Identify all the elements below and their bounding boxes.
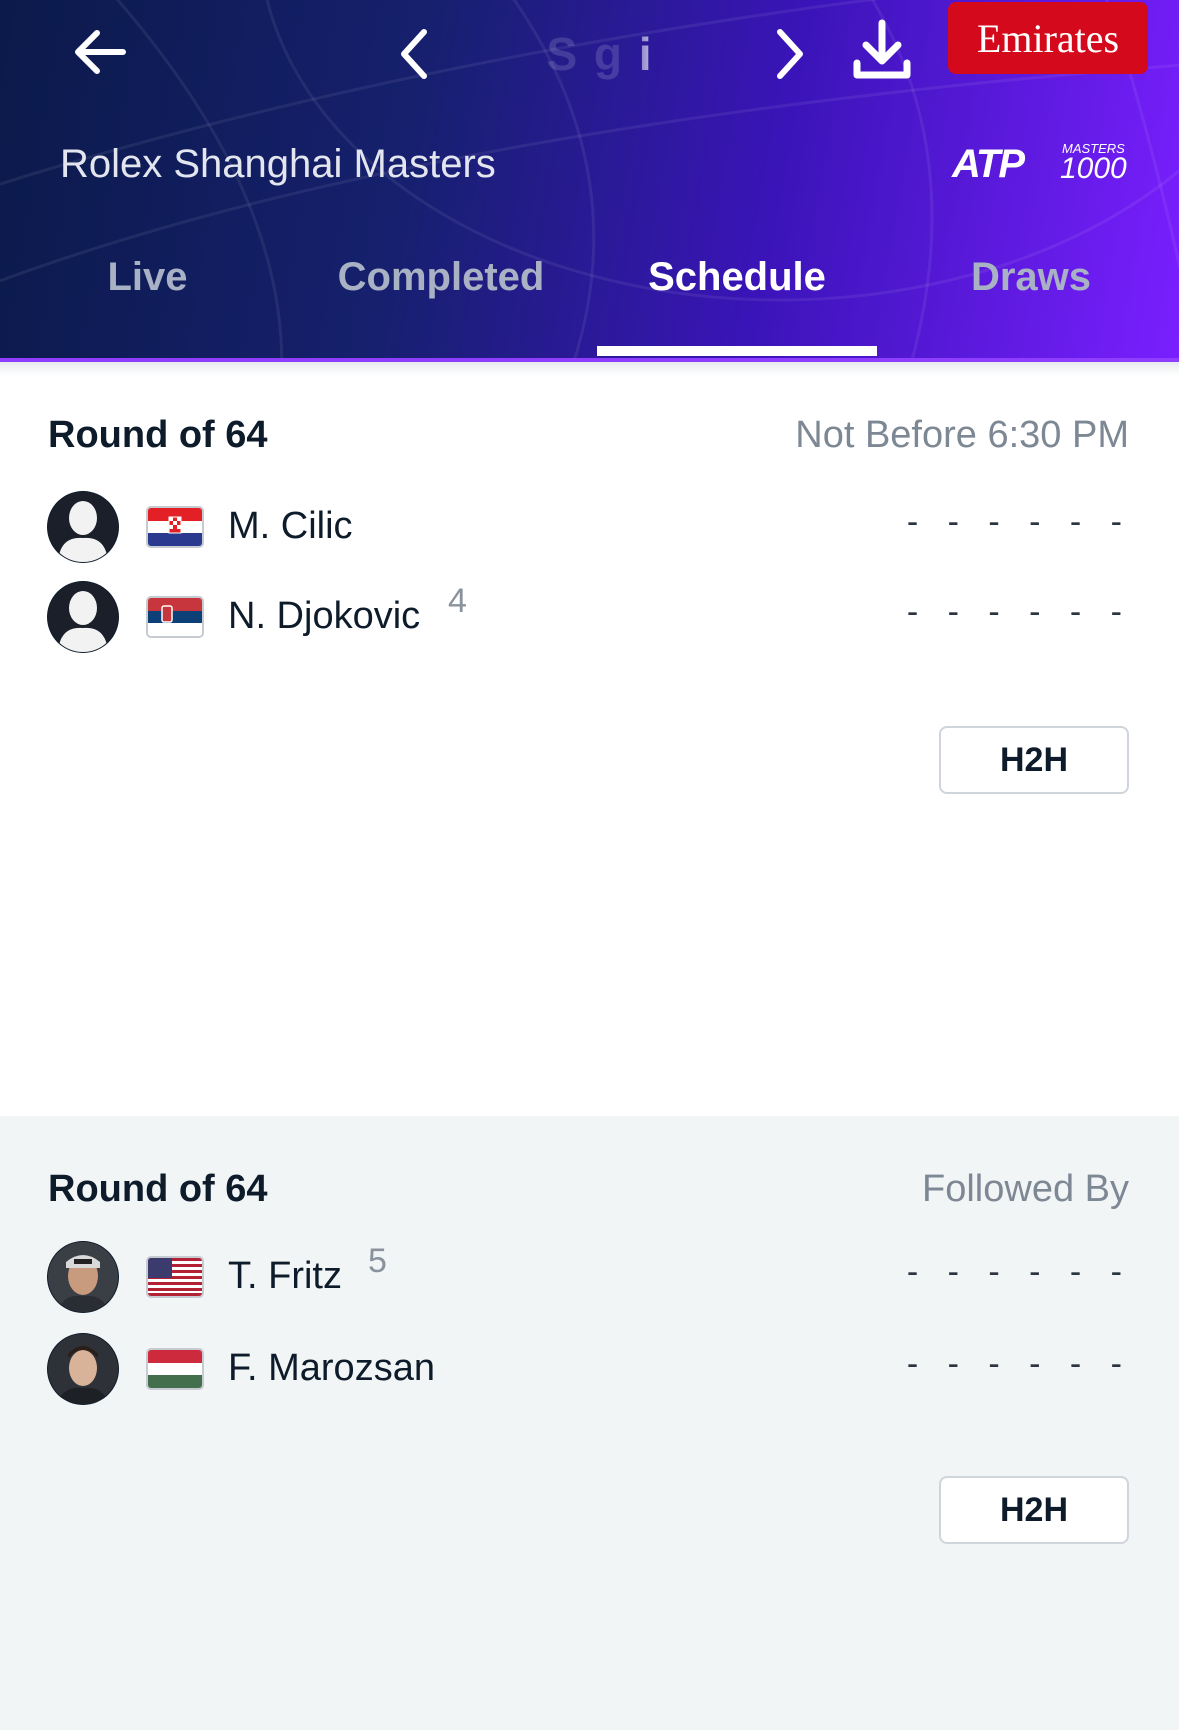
tab-bar: Live Completed Schedule Draws <box>0 234 1179 362</box>
flag-croatia <box>146 506 204 548</box>
download-icon <box>853 19 911 79</box>
player-score: - - - - - - <box>906 1253 1132 1291</box>
tab-completed[interactable]: Completed <box>300 234 582 354</box>
atp-logo-number: 1000 <box>1060 152 1127 185</box>
player-row[interactable]: T. Fritz 5 - - - - - - <box>48 1242 1132 1314</box>
match-time: Followed By <box>922 1168 1129 1210</box>
player-name: T. Fritz <box>228 1255 342 1297</box>
match-card[interactable]: Round of 64 Not Before 6:30 PM M. Cilic … <box>0 362 1179 1116</box>
app-header: S g i Emirates Rolex Shanghai Masters AT… <box>0 0 1179 362</box>
h2h-button[interactable]: H2H <box>939 1476 1129 1544</box>
round-label: Round of 64 <box>48 1168 268 1210</box>
player-seed: 4 <box>448 582 467 620</box>
tournament-title: Rolex Shanghai Masters <box>60 142 496 186</box>
player-silhouette-icon <box>48 492 118 562</box>
h2h-button[interactable]: H2H <box>939 726 1129 794</box>
schedule-date-title: S g i <box>546 28 654 80</box>
player-photo-icon <box>48 1334 118 1404</box>
previous-day-button[interactable] <box>388 20 440 88</box>
flag-united-states <box>146 1256 204 1298</box>
player-avatar <box>48 1242 118 1312</box>
player-name: F. Marozsan <box>228 1347 435 1389</box>
match-time: Not Before 6:30 PM <box>795 414 1129 456</box>
atp-masters-1000-logo: ATP MASTERS 1000 <box>952 142 1130 187</box>
player-score: - - - - - - <box>906 593 1132 631</box>
player-name: M. Cilic <box>228 505 353 547</box>
download-button[interactable] <box>846 14 918 86</box>
match-card[interactable]: Round of 64 Followed By T. Fritz 5 - - -… <box>0 1116 1179 1730</box>
player-avatar <box>48 492 118 562</box>
tab-draws[interactable]: Draws <box>920 234 1142 354</box>
player-avatar <box>48 1334 118 1404</box>
player-seed: 5 <box>368 1242 387 1280</box>
header-shadow <box>0 362 1179 376</box>
next-day-button[interactable] <box>764 20 816 88</box>
player-row[interactable]: F. Marozsan - - - - - - <box>48 1334 1132 1406</box>
flag-serbia <box>146 596 204 638</box>
back-button[interactable] <box>60 20 140 84</box>
player-avatar <box>48 582 118 652</box>
chevron-right-icon <box>777 29 803 79</box>
round-label: Round of 64 <box>48 414 268 456</box>
player-row[interactable]: M. Cilic - - - - - - <box>48 492 1132 564</box>
chevron-left-icon <box>401 29 427 79</box>
sponsor-logo-emirates[interactable]: Emirates <box>948 2 1148 74</box>
player-score: - - - - - - <box>906 1345 1132 1383</box>
atp-logo-text: ATP <box>952 142 1025 186</box>
player-photo-icon <box>48 1242 118 1312</box>
tab-live[interactable]: Live <box>40 234 255 354</box>
active-tab-indicator <box>597 346 877 356</box>
tab-schedule[interactable]: Schedule <box>597 234 877 354</box>
back-arrow-icon <box>75 30 126 74</box>
player-name: N. Djokovic <box>228 595 421 637</box>
top-bar: S g i Emirates <box>0 0 1179 110</box>
player-row[interactable]: N. Djokovic 4 - - - - - - <box>48 582 1132 654</box>
flag-hungary <box>146 1348 204 1390</box>
player-score: - - - - - - <box>906 503 1132 541</box>
player-silhouette-icon <box>48 582 118 652</box>
